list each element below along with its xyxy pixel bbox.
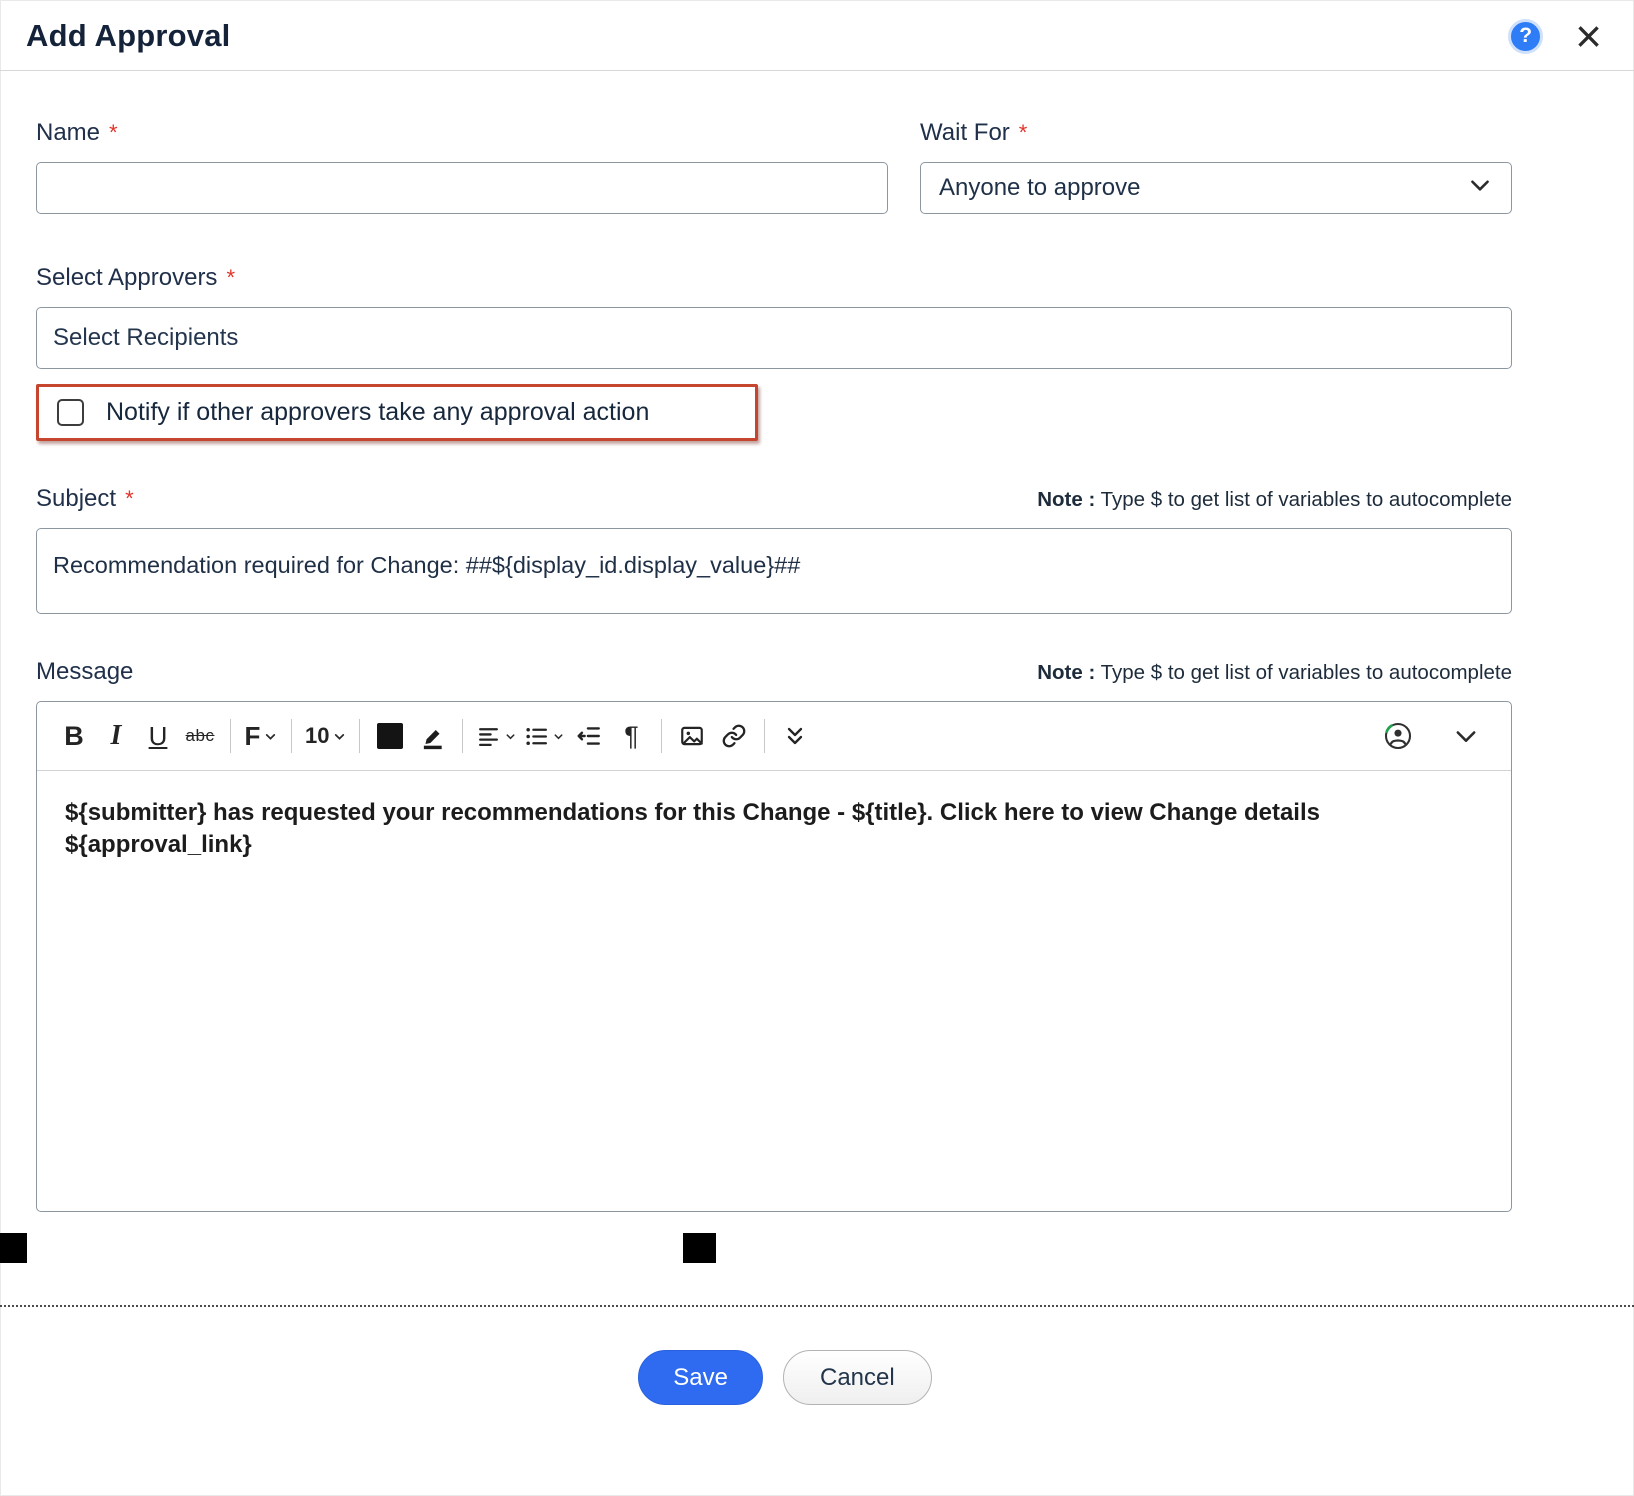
insert-placeholder-icon[interactable]: [1377, 713, 1419, 759]
toolbar-separator: [462, 719, 463, 753]
editor-toolbar: B I U abc F 10: [37, 702, 1511, 771]
message-label: Message: [36, 658, 133, 686]
add-approval-dialog: Add Approval ? × Name * Wait For * Anyon…: [0, 0, 1634, 1496]
select-approvers-input[interactable]: [36, 307, 1512, 369]
dialog-footer: Save Cancel: [0, 1350, 1634, 1405]
toolbar-separator: [230, 719, 231, 753]
italic-icon[interactable]: I: [95, 713, 137, 759]
notify-checkbox-highlight: Notify if other approvers take any appro…: [36, 384, 758, 441]
redaction-block: [0, 1233, 27, 1263]
text-color-icon[interactable]: [369, 713, 411, 759]
font-family-dropdown[interactable]: F: [240, 713, 282, 759]
required-asterisk: *: [125, 486, 134, 512]
toolbar-separator: [291, 719, 292, 753]
dialog-body: Name * Wait For * Anyone to approve: [0, 119, 1634, 1212]
required-asterisk: *: [109, 120, 118, 146]
toolbar-separator: [764, 719, 765, 753]
insert-link-icon[interactable]: [713, 713, 755, 759]
collapse-toolbar-icon[interactable]: [1445, 713, 1487, 759]
chevron-down-icon: [1467, 172, 1493, 205]
subject-label: Subject *: [36, 485, 134, 513]
dialog-title: Add Approval: [26, 18, 1508, 54]
paragraph-icon[interactable]: ¶: [610, 713, 652, 759]
message-input[interactable]: ${submitter} has requested your recommen…: [37, 771, 1511, 1211]
save-button[interactable]: Save: [638, 1350, 763, 1405]
required-asterisk: *: [226, 265, 235, 291]
chevron-down-icon: [333, 730, 346, 743]
outdent-icon[interactable]: [568, 713, 610, 759]
select-approvers-block: Select Approvers * Notify if other appro…: [36, 264, 1512, 441]
subject-block: Subject * Note : Type $ to get list of v…: [36, 485, 1512, 614]
bold-icon[interactable]: B: [53, 713, 95, 759]
dialog-header: Add Approval ? ×: [0, 0, 1634, 71]
toolbar-separator: [661, 719, 662, 753]
message-block: Message Note : Type $ to get list of var…: [36, 658, 1512, 1212]
strikethrough-icon[interactable]: abc: [179, 713, 221, 759]
name-waitfor-row: Name * Wait For * Anyone to approve: [36, 119, 1512, 214]
rich-text-editor: B I U abc F 10: [36, 701, 1512, 1212]
select-approvers-label: Select Approvers *: [36, 264, 1512, 292]
highlight-color-icon[interactable]: [411, 713, 453, 759]
chevron-down-icon: [553, 731, 564, 742]
wait-for-select[interactable]: Anyone to approve: [920, 162, 1512, 214]
subject-variables-note: Note : Type $ to get list of variables t…: [1037, 488, 1512, 528]
wait-for-label: Wait For *: [920, 119, 1512, 147]
font-size-dropdown[interactable]: 10: [301, 713, 350, 759]
dotted-separator: [0, 1305, 1634, 1307]
cancel-button[interactable]: Cancel: [783, 1350, 932, 1405]
notify-checkbox[interactable]: [57, 399, 84, 426]
subject-input[interactable]: Recommendation required for Change: ##${…: [36, 528, 1512, 614]
chevron-down-icon: [505, 731, 516, 742]
help-icon[interactable]: ?: [1508, 19, 1543, 54]
list-dropdown[interactable]: [520, 713, 568, 759]
message-variables-note: Note : Type $ to get list of variables t…: [1037, 661, 1512, 701]
toolbar-separator: [359, 719, 360, 753]
wait-for-value: Anyone to approve: [939, 174, 1140, 202]
redaction-block: [683, 1233, 716, 1263]
insert-image-icon[interactable]: [671, 713, 713, 759]
more-tools-icon[interactable]: [774, 713, 816, 759]
name-label: Name *: [36, 119, 888, 147]
align-dropdown[interactable]: [472, 713, 520, 759]
close-icon[interactable]: ×: [1573, 19, 1604, 53]
required-asterisk: *: [1019, 120, 1028, 146]
name-input[interactable]: [36, 162, 888, 214]
chevron-down-icon: [264, 730, 277, 743]
notify-checkbox-label[interactable]: Notify if other approvers take any appro…: [106, 398, 649, 427]
underline-icon[interactable]: U: [137, 713, 179, 759]
